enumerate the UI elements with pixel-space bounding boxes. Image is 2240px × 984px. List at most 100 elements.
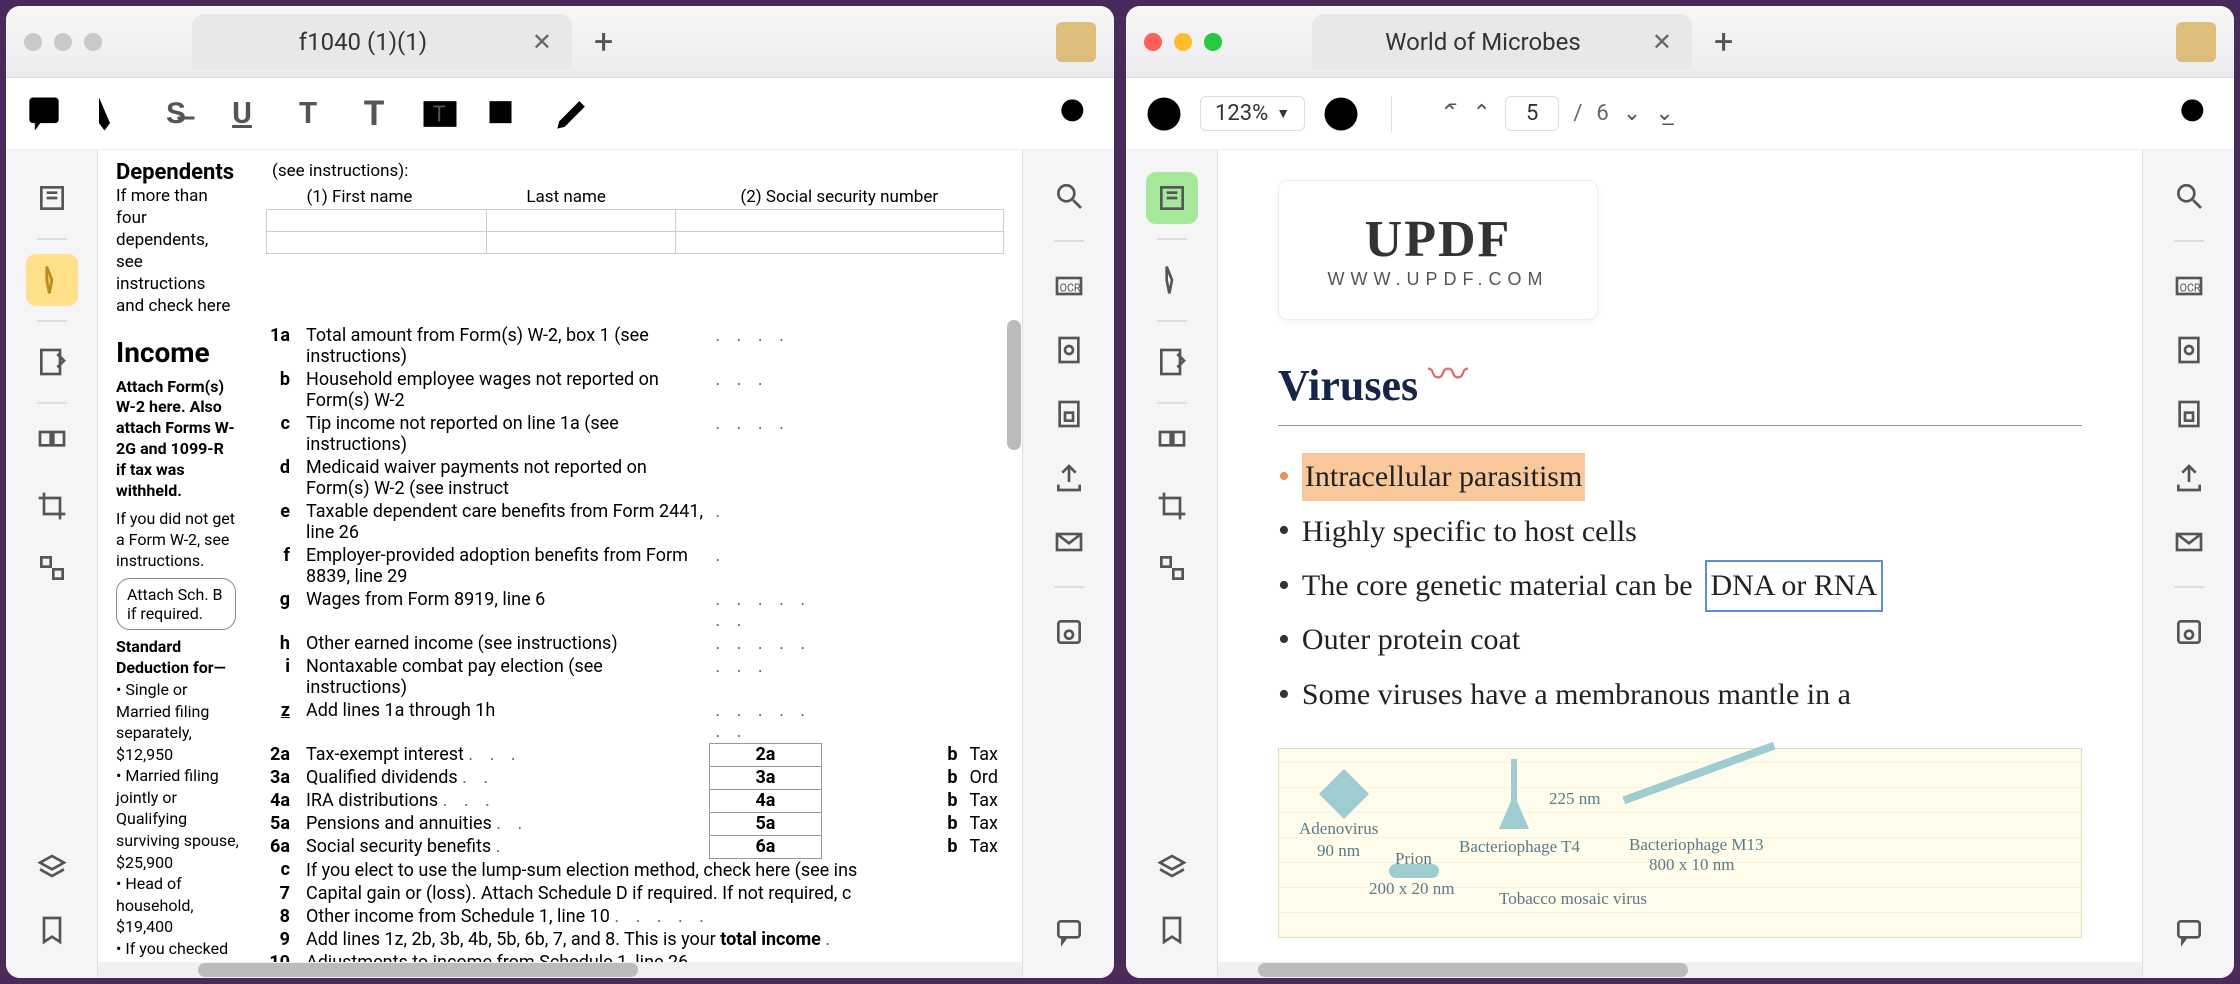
redact-mode-button[interactable] xyxy=(1146,542,1198,594)
edit-mode-button[interactable] xyxy=(1146,336,1198,388)
min-dot[interactable] xyxy=(54,33,72,51)
tab-title: World of Microbes xyxy=(1332,28,1634,56)
bullet-list: Intracellular parasitism Highly specific… xyxy=(1278,450,2082,722)
updf-logo: UPDF WWW.UPDF.COM xyxy=(1278,180,1598,320)
chat-button[interactable] xyxy=(1043,908,1095,956)
titlebar-right: World of Microbes ✕ + xyxy=(1126,6,2234,78)
close-icon[interactable]: ✕ xyxy=(1652,28,1672,56)
zoom-out-button[interactable] xyxy=(1142,92,1186,136)
tab-title: f1040 (1)(1) xyxy=(212,28,514,56)
save-button[interactable] xyxy=(2163,608,2215,656)
income-header: Income xyxy=(116,336,246,369)
share-button[interactable] xyxy=(2163,454,2215,502)
convert-button[interactable] xyxy=(1043,326,1095,374)
horizontal-scrollbar[interactable] xyxy=(1218,962,2142,978)
layers-button[interactable] xyxy=(1146,842,1198,894)
annotate-mode-button[interactable] xyxy=(26,254,78,306)
boxed-annotation: DNA or RNA xyxy=(1705,560,1884,612)
first-page-button[interactable]: ⌃̄ xyxy=(1440,101,1458,126)
annotate-toolbar: S̶ U T T T xyxy=(6,78,1114,150)
close-dot[interactable] xyxy=(1144,33,1162,51)
protect-button[interactable] xyxy=(1043,390,1095,438)
crop-mode-button[interactable] xyxy=(26,480,78,532)
list-item: Outer protein coat xyxy=(1278,613,2082,667)
dependents-label: Dependents xyxy=(116,160,234,185)
vertical-scrollbar[interactable] xyxy=(1007,320,1021,450)
prev-page-button[interactable]: ⌃ xyxy=(1473,101,1491,126)
crop-mode-button[interactable] xyxy=(1146,480,1198,532)
zoom-in-button[interactable] xyxy=(1319,92,1363,136)
squiggly-icon[interactable]: T xyxy=(286,92,330,136)
search-button[interactable] xyxy=(1043,172,1095,220)
zoom-value[interactable]: 123% ▼ xyxy=(1200,96,1305,131)
protect-button[interactable] xyxy=(2163,390,2215,438)
page-current[interactable]: 5 xyxy=(1505,96,1559,131)
titlebar-left: f1040 (1)(1) ✕ + xyxy=(6,6,1114,78)
max-dot[interactable] xyxy=(1204,33,1222,51)
scribble-annotation: 〰 xyxy=(1428,342,1468,400)
left-sidebar xyxy=(6,150,98,978)
app-logo xyxy=(2176,22,2216,62)
bookmark-button[interactable] xyxy=(26,904,78,956)
separator xyxy=(37,402,67,404)
workspace-left: Dependents If more than four dependents,… xyxy=(6,150,1114,978)
close-dot[interactable] xyxy=(24,33,42,51)
mail-button[interactable] xyxy=(2163,518,2215,566)
tab[interactable]: f1040 (1)(1) ✕ xyxy=(192,14,572,70)
search-button[interactable] xyxy=(2163,172,2215,220)
right-sidebar-left: OCR xyxy=(1022,150,1114,978)
dependents-instr: (see instructions): xyxy=(272,161,408,181)
redact-mode-button[interactable] xyxy=(26,542,78,594)
svg-text:T: T xyxy=(433,102,446,127)
col-first-name: (1) First name xyxy=(267,185,487,210)
highlighter-icon[interactable] xyxy=(88,92,132,136)
search-icon[interactable] xyxy=(2174,92,2218,136)
close-icon[interactable]: ✕ xyxy=(532,28,552,56)
search-icon[interactable] xyxy=(1054,92,1098,136)
callout-icon[interactable] xyxy=(484,92,528,136)
max-dot[interactable] xyxy=(84,33,102,51)
document-area: Dependents If more than four dependents,… xyxy=(98,150,1022,978)
bookmark-button[interactable] xyxy=(1146,904,1198,956)
pencil-icon[interactable] xyxy=(550,92,594,136)
list-item: Some viruses have a membranous mantle in… xyxy=(1278,668,2082,722)
document-content-r[interactable]: UPDF WWW.UPDF.COM Viruses 〰 Intracellula… xyxy=(1218,150,2142,962)
ocr-button[interactable]: OCR xyxy=(1043,262,1095,310)
next-page-button[interactable]: ⌄ xyxy=(1623,101,1641,126)
min-dot[interactable] xyxy=(1174,33,1192,51)
document-content[interactable]: Dependents If more than four dependents,… xyxy=(98,150,1022,962)
underline-icon[interactable]: U xyxy=(220,92,264,136)
add-tab-button[interactable]: + xyxy=(594,22,613,62)
add-tab-button[interactable]: + xyxy=(1714,22,1733,62)
note-icon[interactable] xyxy=(22,92,66,136)
last-page-button[interactable]: ⌄̲ xyxy=(1655,101,1673,126)
page-title: Viruses xyxy=(1278,361,1418,410)
edit-mode-button[interactable] xyxy=(26,336,78,388)
layers-button[interactable] xyxy=(26,842,78,894)
share-button[interactable] xyxy=(1043,454,1095,502)
annotate-mode-button[interactable] xyxy=(1146,254,1198,306)
svg-text:OCR: OCR xyxy=(1059,281,1080,294)
chat-button[interactable] xyxy=(2163,908,2215,956)
mail-button[interactable] xyxy=(1043,518,1095,566)
view-toolbar: 123% ▼ ⌃̄ ⌃ 5 / 6 ⌄ ⌄̲ xyxy=(1126,78,2234,150)
schb-callout: Attach Sch. B if required. xyxy=(116,578,236,630)
income-table: 1aTotal amount from Form(s) W-2, box 1 (… xyxy=(260,324,1004,962)
organize-mode-button[interactable] xyxy=(1146,418,1198,470)
strikethrough-icon[interactable]: S̶ xyxy=(154,92,198,136)
reader-mode-button[interactable] xyxy=(26,172,78,224)
horizontal-scrollbar[interactable] xyxy=(98,962,1022,978)
organize-mode-button[interactable] xyxy=(26,418,78,470)
list-item: Intracellular parasitism xyxy=(1278,450,2082,504)
text-icon[interactable]: T xyxy=(352,92,396,136)
window-right: World of Microbes ✕ + 123% ▼ ⌃̄ ⌃ 5 / 6 … xyxy=(1126,6,2234,978)
right-sidebar-r: OCR xyxy=(2142,150,2234,978)
textbox-icon[interactable]: T xyxy=(418,92,462,136)
save-button[interactable] xyxy=(1043,608,1095,656)
tab[interactable]: World of Microbes ✕ xyxy=(1312,14,1692,70)
app-logo xyxy=(1056,22,1096,62)
workspace-right: UPDF WWW.UPDF.COM Viruses 〰 Intracellula… xyxy=(1126,150,2234,978)
reader-mode-button[interactable] xyxy=(1146,172,1198,224)
ocr-button[interactable]: OCR xyxy=(2163,262,2215,310)
convert-button[interactable] xyxy=(2163,326,2215,374)
